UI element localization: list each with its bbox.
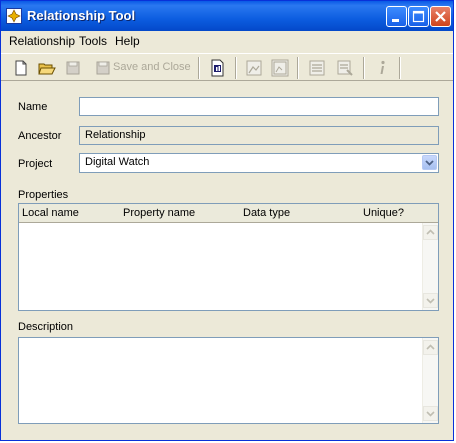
close-button[interactable] [430, 6, 451, 27]
project-label: Project [18, 158, 53, 170]
project-value: Digital Watch [85, 156, 150, 168]
chevron-down-icon [426, 298, 435, 304]
list-edit-button[interactable] [335, 58, 355, 78]
close-icon [435, 11, 446, 22]
properties-scrollbar[interactable] [422, 223, 438, 310]
info-button[interactable] [372, 58, 392, 78]
properties-table-header: Local name Property name Data type Uniqu… [19, 204, 438, 223]
chevron-up-icon [426, 229, 435, 235]
chevron-down-icon [425, 160, 434, 166]
properties-label: Properties [18, 189, 69, 201]
maximize-button[interactable] [408, 6, 429, 27]
menu-bar: Relationship Tools Help [1, 31, 453, 51]
new-button[interactable] [11, 58, 31, 78]
toolbar-separator [198, 57, 200, 79]
list-view-icon [309, 60, 325, 76]
scroll-up-button[interactable] [423, 340, 438, 355]
column-local-name[interactable]: Local name [22, 207, 79, 219]
toolbar-separator [235, 57, 237, 79]
window-title: Relationship Tool [27, 8, 136, 23]
toolbar-separator [399, 57, 401, 79]
toolbar-separator [297, 57, 299, 79]
toolbar-separator [363, 57, 365, 79]
scroll-down-button[interactable] [423, 406, 438, 421]
menu-tools[interactable]: Tools [79, 34, 107, 48]
menu-relationship[interactable]: Relationship [9, 34, 75, 48]
info-icon [380, 60, 385, 74]
image-icon [246, 60, 262, 76]
ancestor-value: Relationship [85, 129, 146, 141]
toolbar: Save and Close [1, 53, 453, 81]
save-button[interactable] [63, 58, 83, 78]
scroll-up-button[interactable] [423, 225, 438, 240]
list-view-button[interactable] [307, 58, 327, 78]
description-scrollbar[interactable] [422, 338, 438, 423]
report-document-icon [211, 59, 224, 77]
list-edit-icon [337, 60, 353, 76]
column-data-type[interactable]: Data type [243, 207, 290, 219]
title-bar[interactable]: Relationship Tool [1, 1, 453, 31]
report-button[interactable] [207, 58, 227, 78]
project-dropdown-button[interactable] [422, 155, 437, 170]
description-textarea[interactable] [18, 337, 439, 424]
scroll-down-button[interactable] [423, 293, 438, 308]
chevron-up-icon [426, 344, 435, 350]
chevron-down-icon [426, 411, 435, 417]
image-frame-icon [271, 59, 289, 77]
image-button[interactable] [244, 58, 264, 78]
description-label: Description [18, 321, 74, 333]
maximize-icon [412, 10, 425, 23]
save-disk-icon [66, 61, 80, 75]
relationship-tool-window: Relationship Tool Relationship Tools Hel… [0, 0, 454, 441]
properties-table[interactable]: Local name Property name Data type Uniqu… [18, 203, 439, 311]
image-frame-button[interactable] [270, 58, 290, 78]
ancestor-label: Ancestor [18, 130, 62, 142]
minimize-icon [392, 19, 399, 22]
name-input[interactable] [79, 97, 439, 116]
open-folder-icon [38, 63, 56, 75]
minimize-button[interactable] [386, 6, 407, 27]
project-select[interactable]: Digital Watch [79, 153, 439, 173]
save-and-close-button[interactable]: Save and Close [113, 61, 191, 73]
column-property-name[interactable]: Property name [123, 207, 195, 219]
save-close-icon-wrap [93, 58, 113, 78]
name-label: Name [18, 101, 48, 113]
column-unique[interactable]: Unique? [363, 207, 404, 219]
ancestor-field: Relationship [79, 126, 439, 145]
open-button[interactable] [37, 58, 57, 78]
app-icon [6, 8, 22, 24]
new-document-icon [15, 60, 27, 76]
save-close-disk-icon [96, 61, 110, 75]
menu-help[interactable]: Help [115, 34, 140, 48]
